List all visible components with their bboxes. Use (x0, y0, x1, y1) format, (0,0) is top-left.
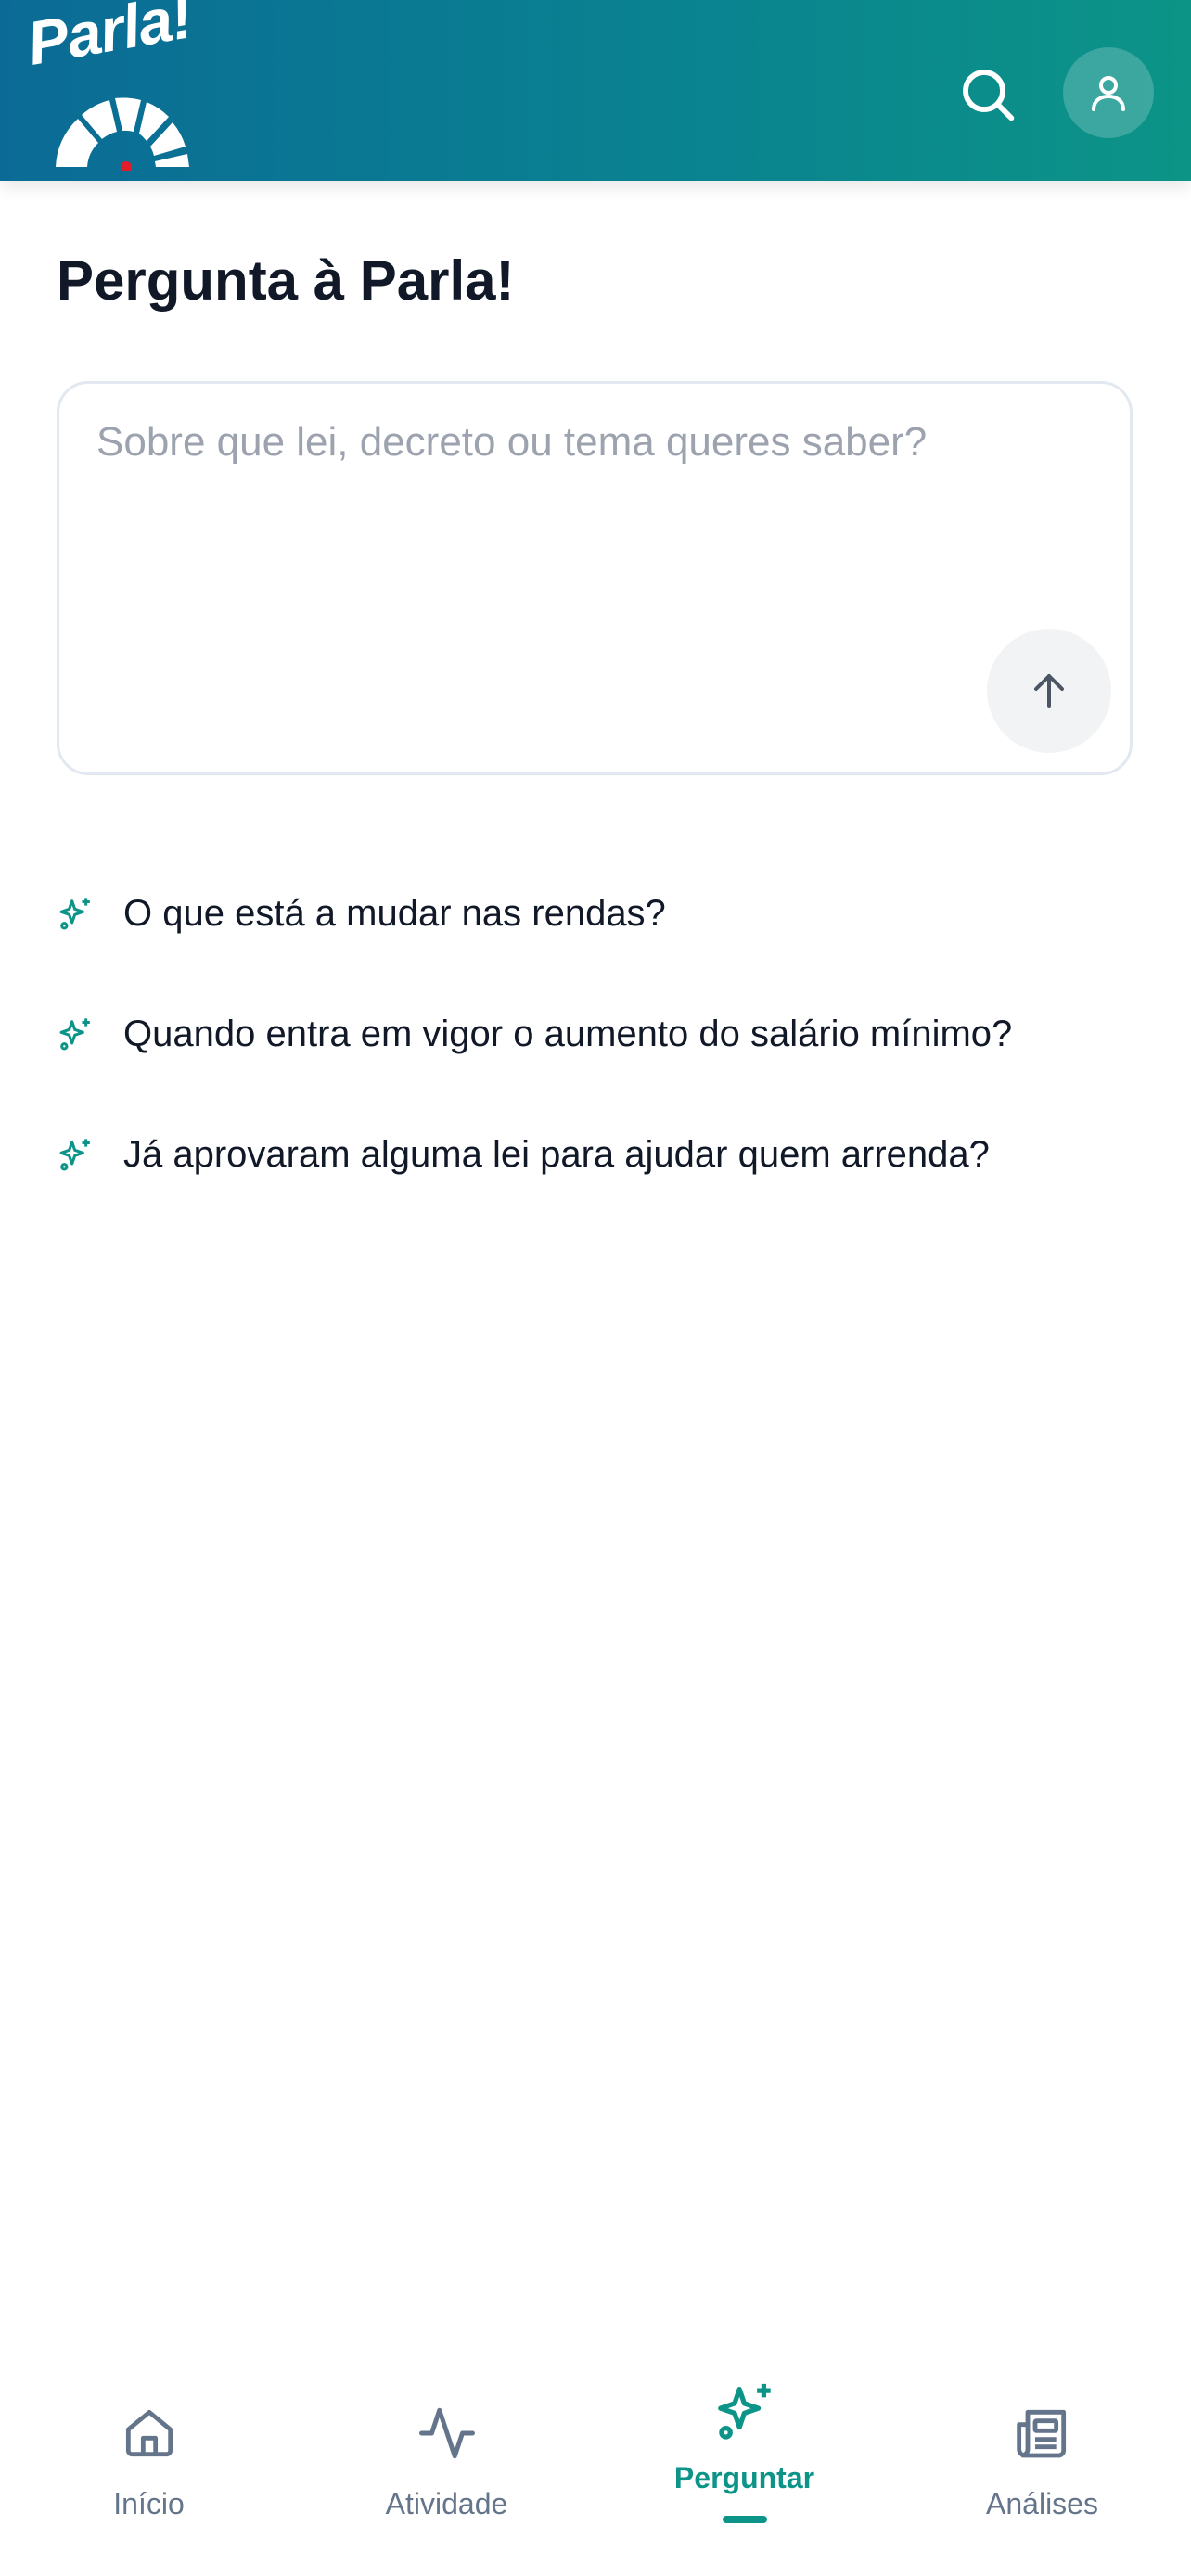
active-tab-indicator (722, 2516, 767, 2523)
sparkles-icon (57, 1015, 94, 1052)
nav-label: Perguntar (673, 2461, 815, 2494)
home-icon (120, 2396, 179, 2470)
activity-icon (416, 2396, 478, 2470)
gauge-icon (56, 97, 189, 171)
logo-text: Parla! (21, 0, 197, 78)
suggestion-text: Quando entra em vigor o aumento do salár… (123, 1013, 1013, 1054)
nav-label: Atividade (385, 2487, 508, 2520)
question-input[interactable] (96, 419, 1080, 660)
suggestion-item[interactable]: O que está a mudar nas rendas? (57, 853, 1133, 974)
sparkles-icon (712, 2374, 777, 2448)
question-box (57, 381, 1133, 775)
nav-item-inicio[interactable]: Início (0, 2355, 298, 2576)
user-icon (1092, 76, 1125, 111)
sparkles-icon (57, 895, 94, 932)
page-title: Pergunta à Parla! (57, 249, 515, 312)
search-icon (963, 70, 1015, 121)
nav-label: Análises (986, 2487, 1098, 2520)
newspaper-icon (1013, 2396, 1072, 2470)
suggestion-list: O que está a mudar nas rendas? Quando en… (57, 853, 1133, 1215)
bottom-nav: Início Atividade Perguntar Análises (0, 2355, 1191, 2576)
app-header: Parla! (0, 0, 1191, 181)
nav-label: Início (113, 2487, 185, 2520)
suggestion-text: O que está a mudar nas rendas? (123, 892, 666, 934)
nav-item-analises[interactable]: Análises (893, 2355, 1191, 2576)
arrow-up-icon (1034, 674, 1064, 708)
suggestion-item[interactable]: Já aprovaram alguma lei para ajudar quem… (57, 1094, 1133, 1215)
search-button[interactable] (953, 59, 1023, 130)
suggestion-text: Já aprovaram alguma lei para ajudar quem… (123, 1133, 990, 1175)
suggestion-item[interactable]: Quando entra em vigor o aumento do salár… (57, 974, 1133, 1094)
nav-item-atividade[interactable]: Atividade (298, 2355, 596, 2576)
sparkles-icon (57, 1136, 94, 1173)
send-button[interactable] (987, 629, 1111, 753)
profile-button[interactable] (1063, 47, 1154, 138)
parla-logo[interactable]: Parla! (22, 0, 219, 171)
nav-item-perguntar[interactable]: Perguntar (596, 2355, 893, 2576)
